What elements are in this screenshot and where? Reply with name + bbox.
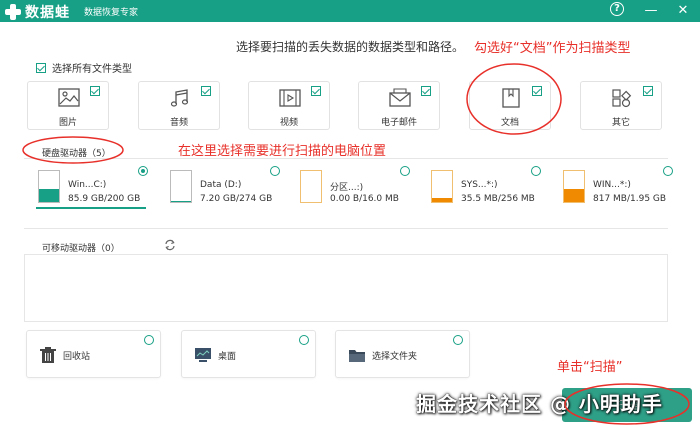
location-radio[interactable] [144, 335, 154, 345]
type-card-other[interactable]: 其它 [580, 81, 662, 130]
hard-drive-icon [563, 170, 585, 203]
recycle-bin-icon [40, 347, 56, 363]
type-label: 视频 [279, 118, 298, 128]
drive-radio[interactable] [270, 166, 280, 176]
refresh-icon[interactable] [164, 239, 176, 251]
removable-drives-area [24, 254, 668, 322]
type-card-audio[interactable]: 音频 [138, 81, 220, 130]
drive-size: 7.20 GB/274 GB [200, 194, 273, 204]
checkbox-icon[interactable] [90, 86, 100, 96]
app-subtitle: 数据恢复专家 [84, 8, 139, 18]
divider [24, 228, 668, 229]
music-icon [170, 89, 189, 107]
drive-size: 85.9 GB/200 GB [68, 194, 141, 204]
folder-icon [349, 350, 365, 362]
close-button[interactable]: ✕ [674, 2, 692, 20]
drive-usage-fill [564, 188, 584, 202]
hard-drive-icon [431, 170, 453, 203]
email-icon [389, 88, 411, 107]
location-desktop[interactable]: 桌面 [181, 330, 316, 378]
location-select-folder[interactable]: 选择文件夹 [335, 330, 470, 378]
help-icon: ? [610, 2, 624, 16]
selected-underline [36, 207, 146, 209]
drive-name: SYS...*:) [461, 180, 498, 190]
drive-item[interactable]: Win...C:) 85.9 GB/200 GB [28, 166, 148, 208]
drive-item[interactable]: WIN...*:) 817 MB/1.95 GB [553, 166, 673, 208]
checkbox-icon[interactable] [201, 86, 211, 96]
type-card-video[interactable]: 视频 [248, 81, 330, 130]
checkbox-icon [36, 62, 46, 73]
desktop-icon [195, 348, 211, 362]
type-card-document[interactable]: 文档 [469, 81, 551, 130]
annotation-select-location: 在这里选择需要进行扫描的电脑位置 [178, 144, 387, 159]
location-label: 回收站 [63, 352, 91, 362]
location-radio[interactable] [453, 335, 463, 345]
drive-radio[interactable] [138, 166, 148, 176]
video-icon [279, 89, 301, 107]
hard-drive-icon [170, 170, 192, 203]
drive-item[interactable]: Data (D:) 7.20 GB/274 GB [160, 166, 280, 208]
drive-radio[interactable] [663, 166, 673, 176]
title-bar: 数据蛙 数据恢复专家 ? — ✕ [0, 0, 700, 22]
drive-radio[interactable] [531, 166, 541, 176]
minimize-button[interactable]: — [642, 2, 660, 20]
drive-radio[interactable] [400, 166, 410, 176]
app-name: 数据蛙 [25, 5, 70, 21]
annotation-select-docs: 勾选好“文档”作为扫描类型 [474, 41, 631, 56]
app-logo: 数据蛙 [4, 2, 70, 22]
checkbox-icon[interactable] [421, 86, 431, 96]
image-icon [58, 88, 80, 107]
location-label: 选择文件夹 [372, 352, 418, 362]
checkbox-icon[interactable] [643, 86, 653, 96]
location-recycle-bin[interactable]: 回收站 [26, 330, 161, 378]
drive-size: 0.00 B/16.0 MB [330, 194, 399, 204]
drive-item[interactable]: 分区...:) 0.00 B/16.0 MB [290, 166, 410, 208]
drive-size: 817 MB/1.95 GB [593, 194, 667, 204]
help-button[interactable]: ? [610, 2, 628, 20]
hard-drive-icon [38, 170, 60, 203]
drive-item[interactable]: SYS...*:) 35.5 MB/256 MB [421, 166, 541, 208]
divider [24, 158, 668, 159]
type-label: 其它 [611, 118, 630, 128]
drive-usage-fill [432, 197, 452, 202]
hard-drive-icon [300, 170, 322, 203]
instruction-text: 选择要扫描的丢失数据的数据类型和路径。 [236, 40, 465, 54]
drive-size: 35.5 MB/256 MB [461, 194, 535, 204]
select-all-checkbox[interactable]: 选择所有文件类型 [36, 60, 132, 75]
other-icon [612, 89, 632, 108]
select-all-label: 选择所有文件类型 [52, 64, 132, 75]
location-label: 桌面 [218, 352, 237, 362]
type-card-email[interactable]: 电子邮件 [358, 81, 440, 130]
type-label: 文档 [500, 118, 519, 128]
watermark: 掘金技术社区 @ 小明助手 [416, 392, 663, 416]
drive-name: Win...C:) [68, 180, 107, 190]
checkbox-icon[interactable] [532, 86, 542, 96]
checkbox-icon[interactable] [311, 86, 321, 96]
drive-usage-fill [39, 188, 59, 202]
type-label: 电子邮件 [380, 118, 417, 128]
plus-icon [4, 3, 22, 21]
type-label: 音频 [169, 118, 188, 128]
removable-drives-title: 可移动驱动器（0） [42, 244, 120, 254]
drive-name: Data (D:) [200, 180, 242, 190]
type-label: 图片 [58, 118, 77, 128]
document-icon [502, 88, 520, 108]
drive-name: 分区...:) [330, 183, 364, 193]
annotation-click-scan: 单击“扫描” [557, 360, 623, 375]
location-radio[interactable] [299, 335, 309, 345]
drive-name: WIN...*:) [593, 180, 631, 190]
drive-usage-fill [171, 201, 191, 202]
type-card-image[interactable]: 图片 [27, 81, 109, 130]
